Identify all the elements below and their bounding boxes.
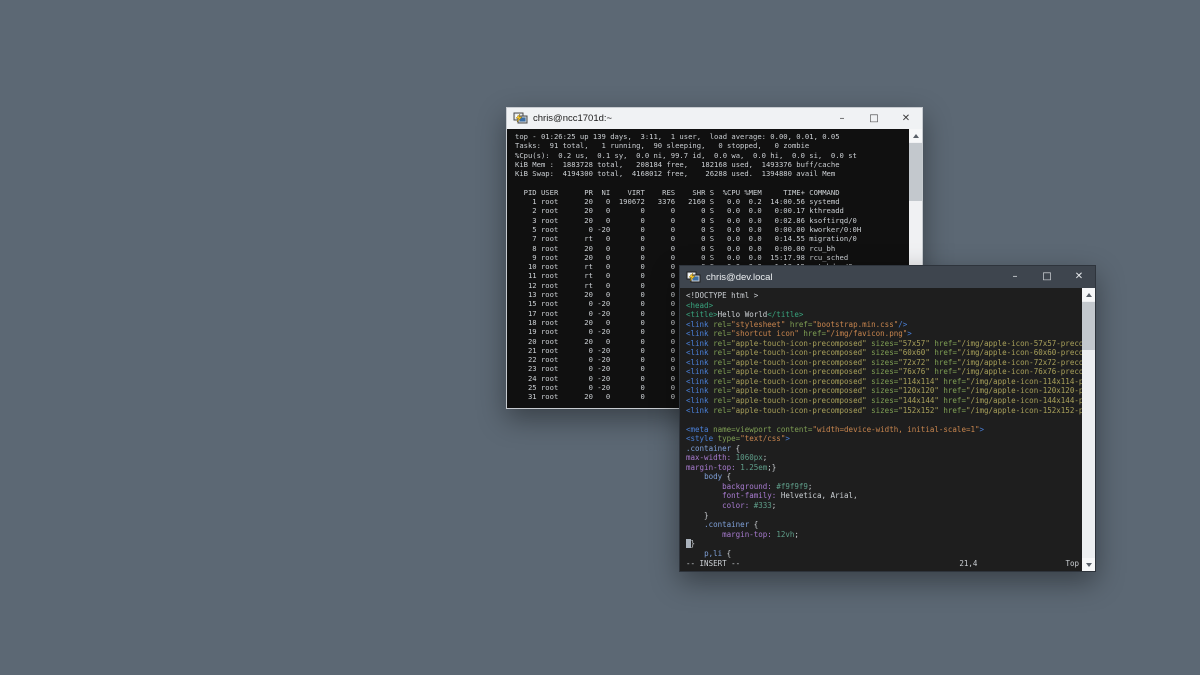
scroll-down-arrow-icon[interactable]: [1082, 558, 1095, 571]
maximize-icon[interactable]: □: [858, 108, 890, 129]
titlebar-front[interactable]: chris@dev.local – □ ✕: [680, 266, 1095, 288]
terminal-line: 9 root 20 0 0 0 0 S 0.0 0.0 15:17.98 rcu…: [515, 253, 909, 262]
terminal-line: [515, 178, 909, 187]
code-line: <link rel="apple-touch-icon-precomposed"…: [686, 348, 1082, 358]
minimize-icon[interactable]: –: [999, 266, 1031, 288]
terminal-line: 7 root rt 0 0 0 0 S 0.0 0.0 0:14.55 migr…: [515, 234, 909, 243]
vim-editor[interactable]: <!DOCTYPE html ><head><title>Hello World…: [680, 288, 1082, 571]
terminal-line: 1 root 20 0 190672 3376 2160 S 0.0 0.2 1…: [515, 197, 909, 206]
terminal-line: KiB Swap: 4194300 total, 4168012 free, 2…: [515, 169, 909, 178]
scroll-up-arrow-icon[interactable]: [1082, 288, 1095, 301]
code-line: background: #f9f9f9;: [686, 482, 1082, 492]
code-line: color: #333;: [686, 501, 1082, 511]
code-line: }: [686, 539, 1082, 549]
terminal-line: %Cpu(s): 0.2 us, 0.1 sy, 0.0 ni, 99.7 id…: [515, 151, 909, 160]
close-icon[interactable]: ✕: [890, 108, 922, 129]
window-putty-devlocal: chris@dev.local – □ ✕ <!DOCTYPE html ><h…: [679, 265, 1096, 572]
code-line: margin-top: 1.25em;}: [686, 463, 1082, 473]
window-title-front: chris@dev.local: [706, 272, 999, 283]
code-line: [686, 415, 1082, 425]
scroll-indicator: Top: [1065, 559, 1079, 568]
code-line: margin-top: 12vh;: [686, 530, 1082, 540]
terminal-line: 3 root 20 0 0 0 0 S 0.0 0.0 0:02.86 ksof…: [515, 216, 909, 225]
terminal-line: 2 root 20 0 0 0 0 S 0.0 0.0 0:00.17 kthr…: [515, 206, 909, 215]
terminal-line: top - 01:26:25 up 139 days, 3:11, 1 user…: [515, 132, 909, 141]
code-line: <link rel="apple-touch-icon-precomposed"…: [686, 377, 1082, 387]
code-line: <link rel="shortcut icon" href="/img/fav…: [686, 329, 1082, 339]
desktop: { "icons": { "minimize": "–", "maximize"…: [0, 0, 1200, 675]
terminal-line: PID USER PR NI VIRT RES SHR S %CPU %MEM …: [515, 188, 909, 197]
putty-icon: [513, 112, 528, 125]
maximize-icon[interactable]: □: [1031, 266, 1063, 288]
scrollbar-thumb-front[interactable]: [1082, 302, 1095, 350]
code-line: <link rel="apple-touch-icon-precomposed"…: [686, 396, 1082, 406]
code-line: <link rel="apple-touch-icon-precomposed"…: [686, 339, 1082, 349]
code-line: font-family: Helvetica, Arial,: [686, 491, 1082, 501]
code-line: <link rel="stylesheet" href="bootstrap.m…: [686, 320, 1082, 330]
code-line: <style type="text/css">: [686, 434, 1082, 444]
close-icon[interactable]: ✕: [1063, 266, 1095, 288]
code-line: .container {: [686, 520, 1082, 530]
code-line: max-width: 1060px;: [686, 453, 1082, 463]
code-line: body {: [686, 472, 1082, 482]
window-title-back: chris@ncc1701d:~: [533, 113, 826, 124]
terminal-line: 8 root 20 0 0 0 0 S 0.0 0.0 0:00.00 rcu_…: [515, 244, 909, 253]
code-line: }: [686, 511, 1082, 521]
scrollbar-thumb-back[interactable]: [909, 143, 922, 201]
terminal-line: KiB Mem : 1883728 total, 208184 free, 18…: [515, 160, 909, 169]
putty-icon: [686, 271, 701, 284]
code-line: <title>Hello World</title>: [686, 310, 1082, 320]
minimize-icon[interactable]: –: [826, 108, 858, 129]
titlebar-back[interactable]: chris@ncc1701d:~ – □ ✕: [507, 108, 922, 129]
code-line: .container {: [686, 444, 1082, 454]
scroll-up-arrow-icon[interactable]: [909, 129, 922, 142]
terminal-line: Tasks: 91 total, 1 running, 90 sleeping,…: [515, 141, 909, 150]
vim-statusline: -- INSERT -- 21,4 Top: [686, 559, 1079, 568]
code-line: <link rel="apple-touch-icon-precomposed"…: [686, 406, 1082, 416]
code-line: p,li {: [686, 549, 1082, 559]
vim-mode: -- INSERT --: [686, 559, 740, 568]
code-line: <link rel="apple-touch-icon-precomposed"…: [686, 367, 1082, 377]
scrollbar-front[interactable]: [1082, 288, 1095, 571]
code-line: <link rel="apple-touch-icon-precomposed"…: [686, 358, 1082, 368]
terminal-line: 5 root 0 -20 0 0 0 S 0.0 0.0 0:00.00 kwo…: [515, 225, 909, 234]
code-line: <meta name=viewport content="width=devic…: [686, 425, 1082, 435]
code-line: <link rel="apple-touch-icon-precomposed"…: [686, 386, 1082, 396]
code-line: <!DOCTYPE html >: [686, 291, 1082, 301]
cursor-position: 21,4: [959, 559, 977, 568]
code-line: <head>: [686, 301, 1082, 311]
